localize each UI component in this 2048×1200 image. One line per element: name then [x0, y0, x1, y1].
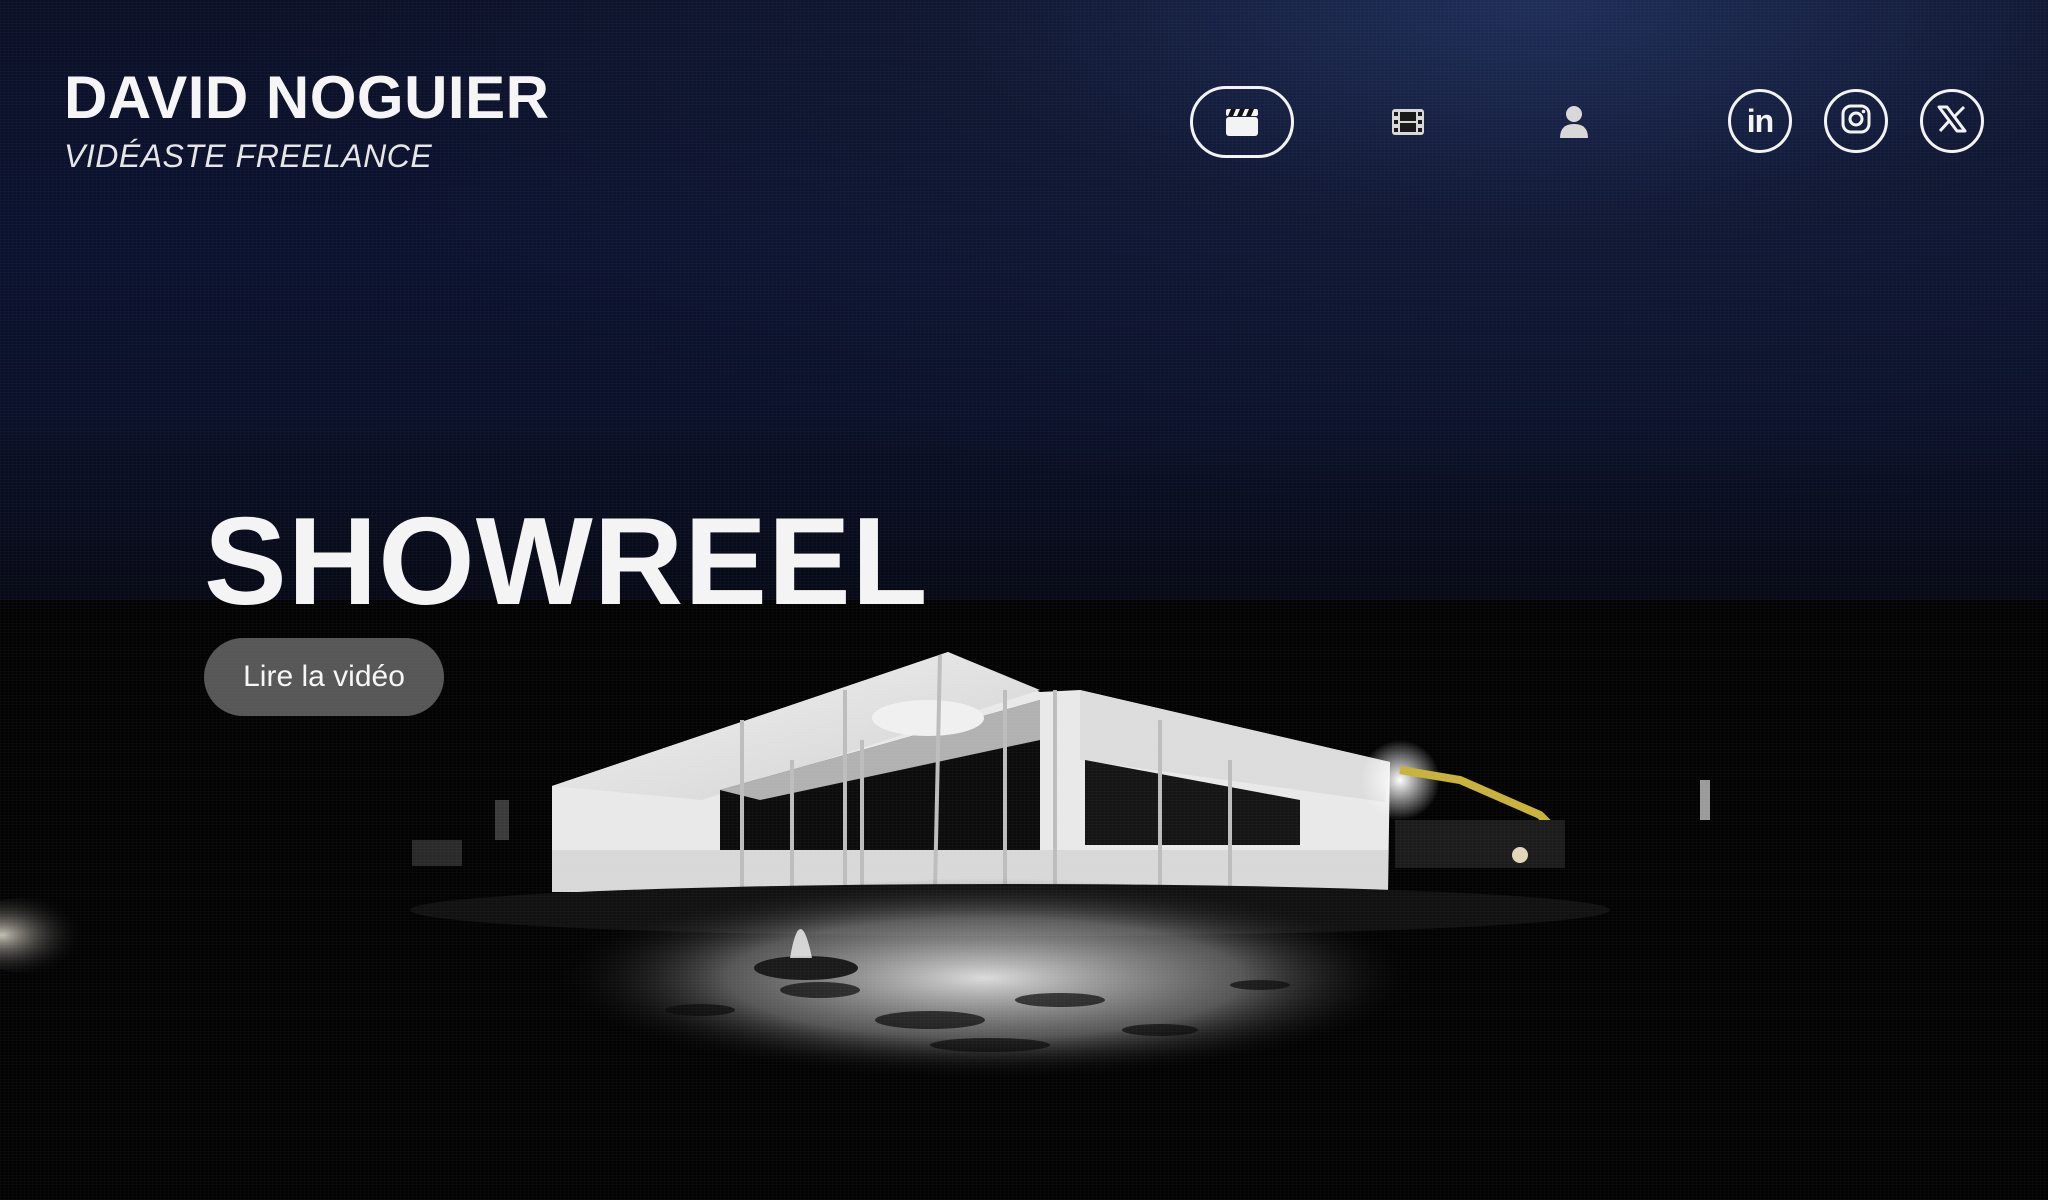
instagram-icon — [1840, 103, 1872, 140]
x-button[interactable] — [1920, 89, 1984, 153]
brand-name: DAVID NOGUIER — [64, 64, 550, 131]
nav-item-projects[interactable] — [1356, 86, 1460, 158]
page: DAVID NOGUIER VIDÉASTE FREELANCE in SHOW… — [0, 0, 2048, 1200]
user-icon — [1559, 105, 1589, 139]
x-icon — [1937, 105, 1967, 138]
instagram-button[interactable] — [1824, 89, 1888, 153]
brand-tagline: VIDÉASTE FREELANCE — [64, 138, 433, 174]
film-strip-icon — [1391, 107, 1425, 137]
hero-title: SHOWREEL — [204, 493, 929, 631]
play-video-button[interactable]: Lire la vidéo — [204, 638, 444, 716]
social-links: in — [1728, 89, 1984, 153]
linkedin-icon: in — [1746, 103, 1774, 139]
main-nav — [1190, 86, 1626, 158]
nav-item-about[interactable] — [1522, 86, 1626, 158]
linkedin-button[interactable]: in — [1728, 89, 1792, 153]
brand[interactable]: DAVID NOGUIER VIDÉASTE FREELANCE — [64, 64, 550, 174]
nav-item-showreel[interactable] — [1190, 86, 1294, 158]
clapperboard-icon — [1224, 106, 1260, 138]
